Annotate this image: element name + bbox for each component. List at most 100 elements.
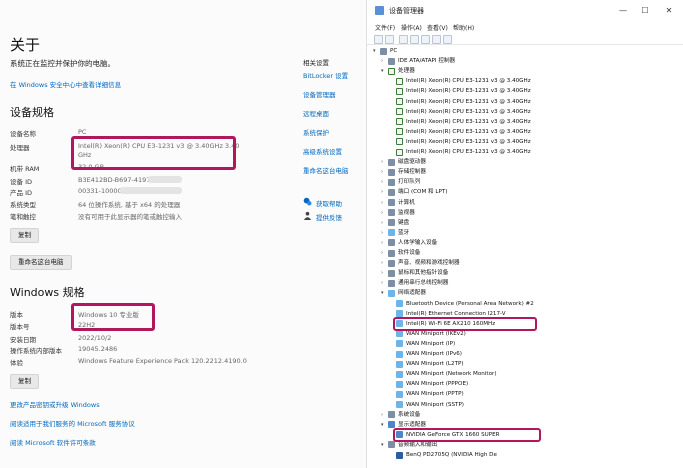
spec-key: 系统类型 <box>10 201 36 209</box>
get-help-link[interactable]: 获取帮助 <box>316 198 342 208</box>
expand-toggle-icon[interactable]: › <box>381 187 387 197</box>
tree-node-label: Intel(R) Xeon(R) CPU E3-1231 v3 @ 3.40GH… <box>406 128 531 135</box>
expand-toggle-icon[interactable]: ▾ <box>373 46 379 56</box>
menu-view[interactable]: 查看(V) <box>427 23 448 32</box>
tree-node-label: 通用串行总线控制器 <box>398 280 449 287</box>
tree-node-label: WAN Miniport (IPv6) <box>406 351 462 357</box>
expand-toggle-icon[interactable]: › <box>381 238 387 248</box>
tree-node-label: WAN Miniport (Network Monitor) <box>406 371 497 378</box>
spec-value: 19045.2486 <box>78 345 118 353</box>
expand-toggle-icon[interactable]: › <box>381 258 387 268</box>
expand-toggle-icon[interactable]: ▾ <box>381 288 387 298</box>
rename-pc-button[interactable]: 重命名这台电脑 <box>10 255 72 270</box>
remote-desktop-link[interactable]: 远程桌面 <box>303 108 329 118</box>
menu-action[interactable]: 操作(A) <box>401 23 422 32</box>
spec-value: 64 位操作系统, 基于 x64 的处理器 <box>78 201 181 209</box>
tree-node-label: 打印队列 <box>398 179 421 186</box>
processor-highlight <box>71 136 236 170</box>
maximize-button[interactable]: ☐ <box>637 4 653 18</box>
device-manager-window: 设备管理器 — ☐ ✕ 文件(F) 操作(A) 查看(V) 帮助(H) ▾ PC ›… <box>366 0 683 468</box>
give-feedback-link[interactable]: 提供反馈 <box>316 212 342 222</box>
copy-device-specs-button[interactable]: 复制 <box>10 228 39 243</box>
properties-icon[interactable] <box>399 35 408 44</box>
tree-node-label: 处理器 <box>398 68 415 75</box>
security-center-link[interactable]: 在 Windows 安全中心中查看详细信息 <box>10 79 121 89</box>
tree-node-label: 计算机 <box>398 199 415 206</box>
cpu-device-icon <box>396 128 403 136</box>
system-protection-link[interactable]: 系统保护 <box>303 127 329 137</box>
tree-node-label: 网络适配器 <box>398 290 426 297</box>
grp-device-icon <box>388 411 395 419</box>
title-bar: 设备管理器 — ☐ ✕ <box>367 0 683 22</box>
expand-toggle-icon[interactable]: › <box>381 268 387 278</box>
menu-help[interactable]: 帮助(H) <box>453 23 474 32</box>
rename-pc-link[interactable]: 重命名这台电脑 <box>303 165 349 175</box>
tree-node-label: 蓝牙 <box>398 229 410 236</box>
tree-node-label: Bluetooth Device (Personal Area Network)… <box>406 300 534 307</box>
help-icon[interactable] <box>421 35 430 44</box>
expand-toggle-icon[interactable]: › <box>381 157 387 167</box>
tree-node-label: PC <box>390 48 398 54</box>
license-terms-link[interactable]: 阅读 Microsoft 软件许可条款 <box>10 437 96 447</box>
disp-device-icon <box>388 421 395 429</box>
view-icon[interactable] <box>432 35 441 44</box>
expand-toggle-icon[interactable]: › <box>381 278 387 288</box>
expand-toggle-icon[interactable]: › <box>381 177 387 187</box>
expand-toggle-icon[interactable]: › <box>381 167 387 177</box>
page-title: 关于 <box>10 36 41 54</box>
expand-toggle-icon[interactable]: ▾ <box>381 66 387 76</box>
tree-node-label: WAN Miniport (IP) <box>406 340 456 347</box>
net-device-icon <box>396 340 403 348</box>
details-icon[interactable] <box>410 35 419 44</box>
expand-toggle-icon[interactable]: › <box>381 410 387 420</box>
expand-toggle-icon[interactable]: ▾ <box>381 440 387 450</box>
spec-key: 机带 RAM <box>10 165 40 173</box>
protection-status-text: 系统正在监控并保护你的电脑。 <box>10 59 115 68</box>
cpu-device-icon <box>396 118 403 126</box>
window-title: 设备管理器 <box>389 7 424 15</box>
net-device-icon <box>396 300 403 307</box>
expand-toggle-icon[interactable]: › <box>381 248 387 258</box>
back-icon[interactable] <box>374 35 383 44</box>
tree-node-label: Intel(R) Xeon(R) CPU E3-1231 v3 @ 3.40GH… <box>406 78 531 85</box>
cpu-device-icon <box>396 98 403 105</box>
bitlocker-link[interactable]: BitLocker 设置 <box>303 70 348 80</box>
expand-toggle-icon[interactable]: › <box>381 198 387 208</box>
tree-node-label: Intel(R) Xeon(R) CPU E3-1231 v3 @ 3.40GH… <box>406 138 531 145</box>
device-manager-link[interactable]: 设备管理器 <box>303 89 336 99</box>
spec-key: 版本号 <box>10 323 30 331</box>
forward-icon[interactable] <box>385 35 394 44</box>
tree-node-label: Intel(R) Xeon(R) CPU E3-1231 v3 @ 3.40GH… <box>406 118 531 125</box>
expand-toggle-icon[interactable]: › <box>381 208 387 218</box>
spec-key: 设备名称 <box>10 130 36 138</box>
spec-value: 没有可用于此显示器的笔或触控输入 <box>78 213 182 221</box>
expand-toggle-icon[interactable]: › <box>381 218 387 228</box>
settings-about-page: 关于 系统正在监控并保护你的电脑。 在 Windows 安全中心中查看详细信息 … <box>0 0 366 468</box>
net-device-icon <box>396 401 403 408</box>
tree-node-label: BenQ PD2705Q (NVIDIA High De <box>406 452 497 458</box>
device-manager-icon <box>375 6 384 15</box>
close-button[interactable]: ✕ <box>661 4 677 18</box>
expand-toggle-icon[interactable]: › <box>381 228 387 238</box>
tree-node-label: Intel(R) Xeon(R) CPU E3-1231 v3 @ 3.40GH… <box>406 98 531 105</box>
grp-device-icon <box>388 441 395 449</box>
service-agreement-link[interactable]: 阅读适用于我们服务的 Microsoft 服务协议 <box>10 418 135 428</box>
grp-device-icon <box>388 239 395 247</box>
copy-windows-specs-button[interactable]: 复制 <box>10 374 39 389</box>
menu-file[interactable]: 文件(F) <box>375 23 395 32</box>
grp-device-icon <box>380 47 387 55</box>
tree-node-label: 键盘 <box>398 219 410 226</box>
expand-toggle-icon[interactable]: › <box>381 56 387 66</box>
minimize-button[interactable]: — <box>615 4 631 18</box>
monitor-icon[interactable] <box>443 35 452 44</box>
spec-value: 00331-10000- <box>78 187 125 195</box>
grp-device-icon <box>388 57 395 65</box>
change-product-key-link[interactable]: 更改产品密钥或升级 Windows <box>10 399 100 409</box>
windows-version-highlight <box>71 303 155 331</box>
advanced-system-settings-link[interactable]: 高级系统设置 <box>303 146 342 156</box>
net-device-icon <box>396 350 403 358</box>
grp-device-icon <box>388 168 395 176</box>
device-tree: ▾ PC › IDE ATA/ATAPI 控制器 ▾ 处理器 Intel(R) Xeon(R… <box>367 46 683 464</box>
spec-key: 体验 <box>10 359 23 367</box>
expand-toggle-icon[interactable]: ▾ <box>381 420 387 430</box>
